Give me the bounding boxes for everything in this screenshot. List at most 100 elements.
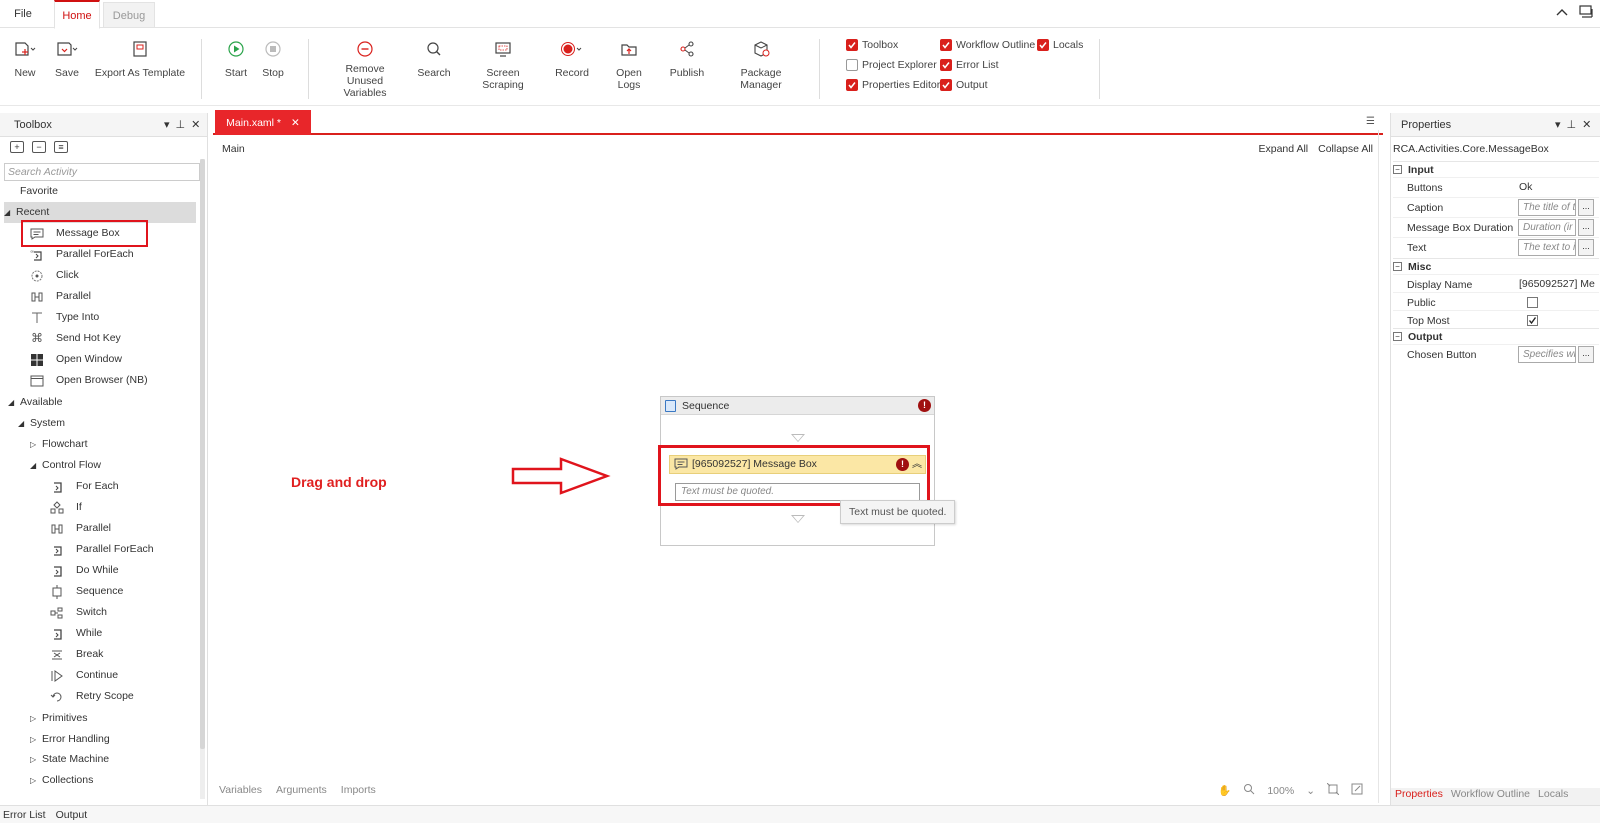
toggle-toolbox[interactable]: Toolbox	[846, 39, 898, 51]
arguments-tab[interactable]: Arguments	[276, 784, 327, 796]
new-button[interactable]: New	[10, 37, 40, 79]
prop-caption-input[interactable]: The title of t	[1518, 199, 1576, 216]
tab-main-xaml[interactable]: Main.xaml * ✕	[215, 110, 311, 135]
toggle-workflow-outline[interactable]: Workflow Outline	[940, 39, 1035, 51]
tree-item-do-while[interactable]: Do While	[50, 560, 119, 581]
export-template-button[interactable]: Export As Template	[93, 37, 187, 79]
tree-item-type-into[interactable]: Type Into	[30, 307, 99, 328]
tree-item-parallel[interactable]: Parallel	[50, 518, 111, 539]
open-logs-button[interactable]: Open Logs	[604, 37, 654, 91]
scroll-thumb[interactable]	[200, 159, 205, 749]
toggle-error-list[interactable]: Error List	[940, 59, 999, 71]
package-manager-button[interactable]: Package Manager	[720, 37, 802, 91]
pin-icon[interactable]: ⊥	[176, 118, 186, 131]
start-button[interactable]: Start	[220, 37, 252, 79]
prop-text-input[interactable]: The text to i	[1518, 239, 1576, 256]
imports-tab[interactable]: Imports	[341, 784, 376, 796]
expand-all-link[interactable]: Expand All	[1259, 143, 1309, 155]
collapse-box-icon[interactable]: −	[1393, 332, 1402, 341]
tree-favorite[interactable]: Favorite	[20, 181, 58, 202]
close-icon[interactable]: ✕	[1582, 118, 1591, 131]
ellipsis-button[interactable]: ...	[1578, 219, 1594, 236]
collapse-ribbon-icon[interactable]	[1554, 4, 1570, 20]
breadcrumb[interactable]: Main	[222, 143, 245, 155]
remove-unused-variables-button[interactable]: Remove Unused Variables	[326, 37, 404, 99]
collapse-box-icon[interactable]: −	[1393, 165, 1402, 174]
tree-error-handling[interactable]: ▷ Error Handling	[30, 729, 110, 750]
tree-available[interactable]: ◢ Available	[8, 392, 62, 413]
tree-item-send-hot-key[interactable]: ⌘ Send Hot Key	[30, 328, 121, 349]
properties-tab[interactable]: Properties	[1395, 788, 1443, 805]
screen-scraping-button[interactable]: Screen Scraping	[465, 37, 541, 91]
tree-state-machine[interactable]: ▷ State Machine	[30, 749, 109, 770]
tree-item-click[interactable]: Click	[30, 265, 79, 286]
prop-top-most-checkbox[interactable]	[1527, 315, 1538, 326]
variables-tab[interactable]: Variables	[219, 784, 262, 796]
tree-item-parallel[interactable]: Parallel	[30, 286, 91, 307]
tree-item-while[interactable]: While	[50, 623, 102, 644]
stop-button[interactable]: Stop	[258, 37, 288, 79]
notifications-icon[interactable]	[1578, 4, 1594, 20]
sequence-header[interactable]: Sequence !	[661, 397, 934, 415]
menu-file[interactable]: File	[4, 0, 42, 28]
pan-hand-icon[interactable]: ✋	[1218, 784, 1231, 797]
prop-display-name-value[interactable]: [965092527] Mes	[1519, 278, 1595, 290]
tree-item-open-window[interactable]: Open Window	[30, 349, 122, 370]
tree-collections[interactable]: ▷ Collections	[30, 770, 93, 791]
menu-debug-tab[interactable]: Debug	[103, 2, 155, 28]
record-button[interactable]: Record	[553, 37, 591, 79]
tree-item-retry-scope[interactable]: Retry Scope	[50, 686, 134, 707]
search-activity-input[interactable]	[4, 163, 200, 181]
toggle-project-explorer[interactable]: Project Explorer	[846, 59, 937, 71]
tree-item-open-browser[interactable]: Open Browser (NB)	[30, 370, 148, 391]
menu-home-tab[interactable]: Home	[54, 0, 100, 29]
ellipsis-button[interactable]: ...	[1578, 346, 1594, 363]
prop-chosen-button-input[interactable]: Specifies wh	[1518, 346, 1576, 363]
drop-target-icon[interactable]	[791, 515, 805, 523]
ellipsis-button[interactable]: ...	[1578, 199, 1594, 216]
tree-system[interactable]: ◢ System	[18, 413, 65, 434]
save-button[interactable]: Save	[52, 37, 82, 79]
zoom-dropdown-icon[interactable]: ⌄	[1306, 785, 1315, 797]
tree-item-sequence[interactable]: Sequence	[50, 581, 123, 602]
search-button[interactable]: Search	[415, 37, 453, 79]
close-icon[interactable]: ✕	[291, 117, 300, 129]
category-input[interactable]: − Input	[1393, 161, 1599, 177]
category-misc[interactable]: − Misc	[1393, 258, 1599, 274]
pin-icon[interactable]: ⊥	[1567, 118, 1577, 131]
workflow-outline-tab[interactable]: Workflow Outline	[1451, 788, 1530, 805]
toggle-properties-editor[interactable]: Properties Editor	[846, 79, 940, 91]
toggle-locals[interactable]: Locals	[1037, 39, 1083, 51]
publish-button[interactable]: Publish	[667, 37, 707, 79]
tree-item-switch[interactable]: Switch	[50, 602, 107, 623]
close-icon[interactable]: ✕	[191, 118, 200, 131]
list-view-icon[interactable]: ≡	[54, 141, 68, 153]
zoom-level[interactable]: 100%	[1267, 785, 1294, 797]
tree-item-continue[interactable]: Continue	[50, 665, 118, 686]
tab-list-icon[interactable]: ☰	[1366, 116, 1375, 127]
toolbox-scrollbar[interactable]	[200, 159, 205, 799]
category-output[interactable]: − Output	[1393, 328, 1599, 344]
tree-control-flow[interactable]: ◢ Control Flow	[30, 455, 101, 476]
tree-item-parallel-foreach[interactable]: ∞ Parallel ForEach	[30, 244, 134, 265]
collapse-all-icon[interactable]: −	[32, 141, 46, 153]
collapse-box-icon[interactable]: −	[1393, 262, 1402, 271]
fit-to-screen-icon[interactable]	[1326, 782, 1340, 798]
ellipsis-button[interactable]: ...	[1578, 239, 1594, 256]
toggle-output[interactable]: Output	[940, 79, 988, 91]
prop-duration-input[interactable]: Duration (ir	[1518, 219, 1576, 236]
tree-item-break[interactable]: Break	[50, 644, 103, 665]
tree-item-for-each[interactable]: For Each	[50, 476, 119, 497]
pane-dropdown-icon[interactable]: ▾	[1555, 118, 1561, 131]
output-tab[interactable]: Output	[56, 809, 88, 821]
tree-primitives[interactable]: ▷ Primitives	[30, 708, 88, 729]
pane-dropdown-icon[interactable]: ▾	[164, 118, 170, 131]
expand-all-icon[interactable]: +	[10, 141, 24, 153]
tree-item-parallel-foreach[interactable]: Parallel ForEach	[50, 539, 154, 560]
tree-flowchart[interactable]: ▷ Flowchart	[30, 434, 88, 455]
drop-target-icon[interactable]	[791, 434, 805, 442]
overview-map-icon[interactable]	[1351, 783, 1363, 798]
prop-buttons-value[interactable]: Ok	[1519, 181, 1595, 193]
collapse-all-link[interactable]: Collapse All	[1318, 143, 1373, 155]
tree-item-if[interactable]: If	[50, 497, 82, 518]
